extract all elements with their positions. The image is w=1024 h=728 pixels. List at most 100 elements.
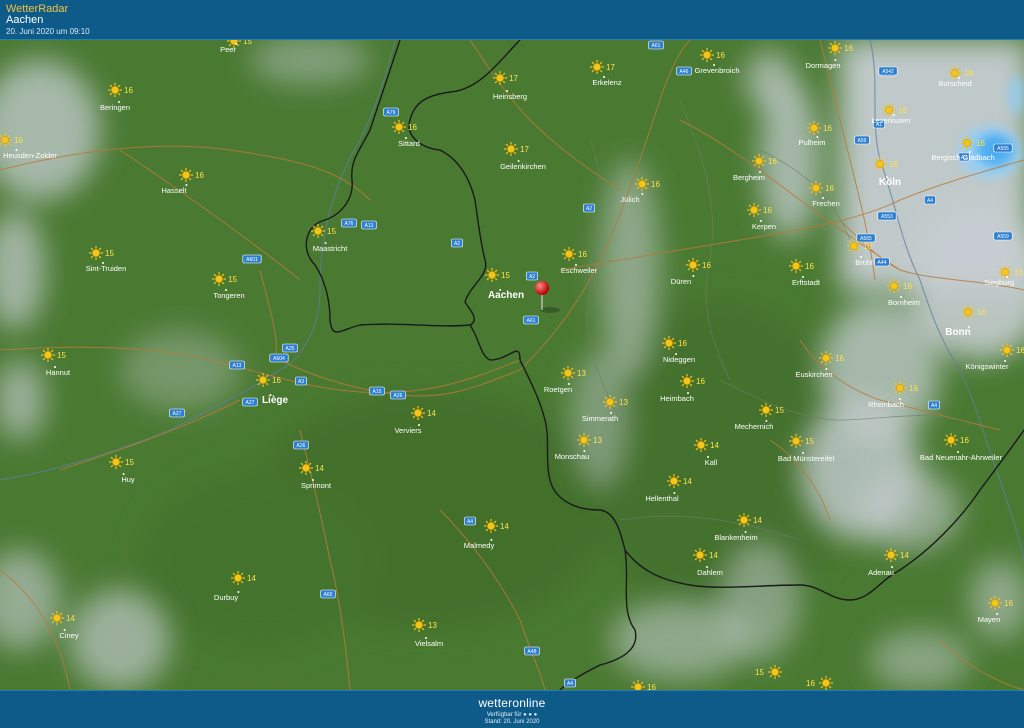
sun-icon bbox=[961, 305, 975, 319]
temperature-label: 16 bbox=[716, 51, 725, 60]
app-header: WetterRadar Aachen 20. Juni 2020 um 09:1… bbox=[0, 0, 1024, 40]
temperature-label: 16 bbox=[977, 308, 986, 317]
city-name: Maastricht bbox=[313, 244, 349, 253]
city-name: Heusden-Zolder bbox=[3, 151, 57, 160]
city-name: Rheinbach bbox=[868, 400, 904, 409]
city-name: Durbuy bbox=[214, 593, 238, 602]
temperature-label: 15 bbox=[125, 458, 134, 467]
temperature-label: 14 bbox=[500, 522, 509, 531]
temperature-label: 16 bbox=[408, 123, 417, 132]
road-shield: A2 bbox=[526, 271, 538, 281]
temperature-label: 15 bbox=[243, 40, 252, 46]
temperature-label: 16 bbox=[696, 377, 705, 386]
road-shield: A27 bbox=[242, 397, 258, 407]
temperature-label: 16 bbox=[844, 44, 853, 53]
sun-icon bbox=[577, 433, 591, 447]
road-shield: A4 bbox=[464, 516, 476, 526]
sun-icon bbox=[484, 519, 498, 533]
svg-text:A27: A27 bbox=[173, 411, 182, 417]
city-name: Düren bbox=[671, 277, 691, 286]
road-shield: A2 bbox=[451, 238, 463, 248]
city-dot bbox=[692, 275, 695, 277]
temperature-label: 16 bbox=[768, 157, 777, 166]
city-name: Blankenheim bbox=[714, 533, 757, 542]
temperature-label: 15 bbox=[228, 275, 237, 284]
temperature-label: 16 bbox=[960, 436, 969, 445]
city-name: Grevenbroich bbox=[694, 66, 739, 75]
city-name: Hannut bbox=[46, 368, 71, 377]
temperature-label: 15 bbox=[57, 351, 66, 360]
wetteronline-logo[interactable]: wetteronline bbox=[0, 696, 1024, 710]
temperature-label: 16 bbox=[863, 242, 872, 251]
sun-icon bbox=[693, 548, 707, 562]
svg-text:A27: A27 bbox=[246, 400, 255, 406]
sun-icon bbox=[828, 41, 842, 55]
city-name: Köln bbox=[879, 177, 901, 188]
temperature-label: 16 bbox=[806, 679, 815, 688]
app-footer: wetteronline Verfügbar für ● ● ● Stand: … bbox=[0, 690, 1024, 728]
radar-map[interactable]: A61A46A57A542A1A59A3A559A4A555A553A565A4… bbox=[0, 40, 1024, 690]
sun-icon bbox=[819, 351, 833, 365]
sun-icon bbox=[737, 513, 751, 527]
road-shield: A60 bbox=[320, 589, 336, 599]
city-name: Beringen bbox=[100, 103, 130, 112]
road-shield: A13 bbox=[361, 220, 377, 230]
road-shield: A4 bbox=[928, 400, 940, 410]
temperature-label: 16 bbox=[898, 106, 907, 115]
sun-icon bbox=[662, 336, 676, 350]
temperature-label: 14 bbox=[753, 516, 762, 525]
city-name: Huy bbox=[121, 475, 135, 484]
sun-icon bbox=[789, 434, 803, 448]
sun-icon bbox=[887, 279, 901, 293]
city-name: Ciney bbox=[59, 631, 78, 640]
temperature-label: 14 bbox=[315, 464, 324, 473]
sun-icon bbox=[412, 618, 426, 632]
sun-icon bbox=[562, 247, 576, 261]
sun-icon bbox=[411, 406, 425, 420]
sun-icon bbox=[256, 373, 270, 387]
temperature-label: 16 bbox=[1016, 346, 1024, 355]
sun-icon bbox=[809, 181, 823, 195]
data-stand: Stand: 20. Juni 2020 bbox=[484, 719, 540, 725]
city-name: Bad Münstereifel bbox=[778, 454, 835, 463]
sun-icon bbox=[179, 168, 193, 182]
city-name: Heimbach bbox=[660, 394, 694, 403]
svg-text:A79: A79 bbox=[387, 110, 396, 116]
road-shield: A61 bbox=[523, 315, 539, 325]
temperature-label: 14 bbox=[247, 574, 256, 583]
city-name: Monschau bbox=[555, 452, 590, 461]
sun-icon bbox=[485, 268, 499, 282]
temperature-label: 14 bbox=[683, 477, 692, 486]
temperature-label: 16 bbox=[272, 376, 281, 385]
sun-icon bbox=[893, 381, 907, 395]
sun-icon bbox=[884, 548, 898, 562]
sun-icon bbox=[392, 120, 406, 134]
road-shield: A76 bbox=[341, 218, 357, 228]
city-dot bbox=[641, 193, 644, 195]
city-name: Dahlem bbox=[697, 568, 723, 577]
city-name: Simmerath bbox=[582, 414, 618, 423]
sun-icon bbox=[635, 177, 649, 191]
svg-text:A4: A4 bbox=[931, 403, 937, 409]
city-name: Verviers bbox=[394, 426, 421, 435]
temperature-label: 16 bbox=[578, 250, 587, 259]
svg-text:A4: A4 bbox=[567, 681, 573, 687]
road-shield: A559 bbox=[993, 231, 1013, 241]
svg-text:A559: A559 bbox=[997, 234, 1009, 240]
road-shield: A46 bbox=[676, 66, 692, 76]
timestamp: 20. Juni 2020 um 09:10 bbox=[6, 27, 90, 36]
svg-text:A4: A4 bbox=[927, 198, 933, 204]
sun-icon bbox=[759, 403, 773, 417]
road-shield: A25 bbox=[282, 343, 298, 353]
road-shield: A13 bbox=[229, 360, 245, 370]
svg-text:A61: A61 bbox=[652, 43, 661, 49]
road-shield: A79 bbox=[383, 107, 399, 117]
temperature-label: 15 bbox=[775, 406, 784, 415]
svg-text:A13: A13 bbox=[365, 223, 374, 229]
svg-text:A76: A76 bbox=[345, 221, 354, 227]
city-name: Burscheid bbox=[938, 79, 971, 88]
svg-text:A2: A2 bbox=[454, 241, 460, 247]
road-shield: A59 bbox=[854, 135, 870, 145]
sun-icon bbox=[109, 455, 123, 469]
city-name: Eschweiler bbox=[561, 266, 598, 275]
